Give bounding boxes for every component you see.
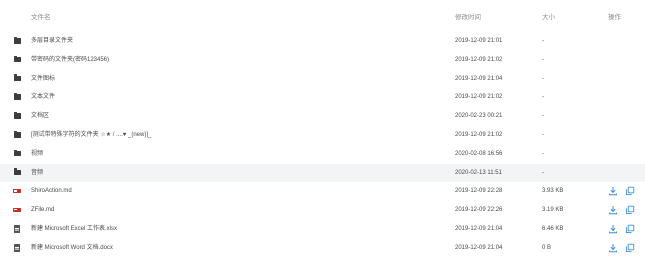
table-row[interactable]: 新建 Microsoft Word 文档.docx 2019-12-09 21:0…: [0, 239, 645, 258]
column-header-actions: 操作: [608, 14, 621, 21]
file-size: -: [542, 113, 544, 120]
file-type-icon-cell: [12, 51, 24, 70]
folder-icon: [14, 74, 21, 82]
markdown-file-icon: [13, 188, 21, 194]
file-name[interactable]: 文档区: [31, 107, 49, 126]
file-size: -: [542, 132, 544, 138]
table-row[interactable]: [测试带特殊字符的文件夹 ☆★ / ....♥ _(new)]_ 2019-12-…: [0, 126, 645, 145]
folder-icon: [14, 168, 21, 176]
file-type-icon-cell: [12, 126, 24, 145]
file-type-icon-cell: [12, 239, 24, 258]
file-type-icon-cell: [12, 164, 24, 183]
file-name[interactable]: 音频: [31, 164, 43, 183]
document-file-icon: [14, 225, 20, 233]
folder-icon: [14, 55, 21, 63]
file-size: 3.93 KB: [542, 188, 564, 195]
file-size: 6.46 KB: [542, 226, 564, 232]
table-header: 文件名 修改时间 大小 操作: [0, 0, 645, 32]
table-row[interactable]: 文档区 2020-02-23 00:21 -: [0, 107, 645, 126]
file-name[interactable]: 带密码的文件夹(密码123456): [31, 51, 109, 70]
file-name[interactable]: 文件图标: [31, 70, 55, 89]
table-row[interactable]: ShiroAction.md 2019-12-09 22:28 3.93 KB: [0, 182, 645, 201]
file-type-icon-cell: [12, 70, 24, 89]
table-row[interactable]: 新建 Microsoft Excel 工作表.xlsx 2019-12-09 21…: [0, 220, 645, 239]
table-row[interactable]: 带密码的文件夹(密码123456) 2019-12-09 21:02 -: [0, 51, 645, 70]
table-row[interactable]: 视频 2020-02-08 16:56 -: [0, 145, 645, 164]
file-list-table: 文件名 修改时间 大小 操作 多层目录文件夹 2019-12-09 21:01- 带…: [0, 0, 645, 258]
file-size: -: [542, 75, 544, 82]
folder-icon: [14, 111, 21, 119]
table-row[interactable]: 文本文件 2019-12-09 21:02 -: [0, 88, 645, 107]
file-type-icon-cell: [12, 220, 24, 239]
file-modified-time: 2019-12-09 21:04: [455, 226, 503, 232]
file-modified-time: 2019-12-09 21:02: [455, 56, 503, 63]
file-type-icon-cell: [12, 201, 24, 220]
file-size: -: [542, 169, 544, 176]
column-header-name[interactable]: 文件名: [31, 0, 51, 36]
file-size: 0 B: [542, 244, 552, 251]
file-type-icon-cell: [12, 107, 24, 126]
download-icon[interactable]: [608, 243, 618, 253]
folder-icon: [14, 149, 21, 157]
file-modified-time: 2019-12-09 21:02: [455, 94, 503, 101]
file-size: -: [542, 150, 544, 157]
download-icon[interactable]: [608, 224, 618, 234]
file-size: -: [542, 94, 544, 101]
file-modified-time: 2019-12-09 21:04: [455, 75, 503, 82]
file-name[interactable]: 新建 Microsoft Excel 工作表.xlsx: [31, 220, 117, 239]
file-name[interactable]: 多层目录文件夹: [31, 32, 73, 51]
file-size: 3.19 KB: [542, 207, 564, 214]
file-modified-time: 2019-12-09 21:04: [455, 244, 503, 251]
table-row[interactable]: 音频 2020-02-13 11:51 -: [0, 163, 645, 183]
column-header-size[interactable]: 大小: [542, 0, 555, 36]
file-modified-time: 2019-12-09 22:28: [455, 188, 503, 195]
table-row[interactable]: ZFile.md 2019-12-09 22:26 3.19 KB: [0, 201, 645, 220]
file-type-icon-cell: [12, 88, 24, 107]
file-modified-time: 2019-12-09 21:02: [455, 132, 503, 138]
file-name[interactable]: ShiroAction.md: [31, 182, 72, 201]
file-name[interactable]: [测试带特殊字符的文件夹 ☆★ / ....♥ _(new)]_: [31, 126, 151, 145]
file-modified-time: 2020-02-13 11:51: [455, 169, 502, 176]
file-modified-time: 2019-12-09 22:26: [455, 207, 503, 214]
folder-icon: [14, 36, 21, 44]
table-row[interactable]: 文件图标 2019-12-09 21:04 -: [0, 70, 645, 89]
file-type-icon-cell: [12, 32, 24, 51]
file-name[interactable]: 视频: [31, 145, 43, 164]
copy-link-icon[interactable]: [625, 224, 635, 234]
file-modified-time: 2020-02-08 16:56: [455, 150, 503, 157]
copy-link-icon[interactable]: [625, 243, 635, 253]
file-modified-time: 2019-12-09 21:01: [455, 38, 503, 44]
column-header-modified[interactable]: 修改时间: [455, 0, 481, 36]
document-file-icon: [14, 243, 20, 252]
download-icon[interactable]: [608, 186, 618, 196]
file-name[interactable]: 新建 Microsoft Word 文档.docx: [31, 239, 113, 258]
file-name[interactable]: ZFile.md: [31, 201, 54, 220]
file-size: -: [542, 38, 544, 44]
file-type-icon-cell: [12, 145, 24, 164]
download-icon[interactable]: [608, 205, 618, 215]
copy-link-icon[interactable]: [625, 205, 635, 215]
copy-link-icon[interactable]: [625, 186, 635, 196]
file-size: -: [542, 56, 544, 63]
folder-icon: [14, 93, 21, 100]
table-row[interactable]: 多层目录文件夹 2019-12-09 21:01 -: [0, 32, 645, 51]
file-modified-time: 2020-02-23 00:21: [455, 113, 503, 120]
markdown-file-icon: [13, 207, 21, 213]
file-type-icon-cell: [12, 182, 24, 201]
folder-icon: [14, 130, 21, 138]
file-name[interactable]: 文本文件: [31, 88, 55, 107]
